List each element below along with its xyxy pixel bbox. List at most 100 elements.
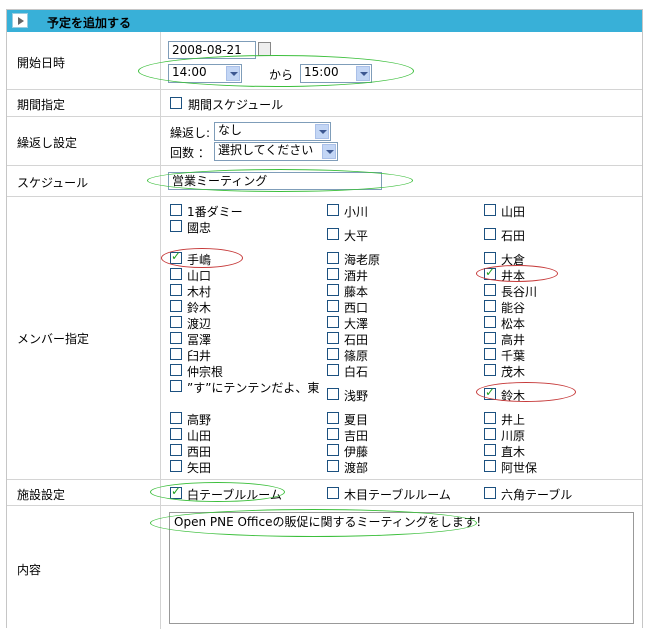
member-checkbox[interactable] <box>170 332 182 344</box>
member-checkbox[interactable] <box>170 204 182 216</box>
start-date-input[interactable]: 2008-08-21 <box>168 41 256 59</box>
member-checkbox[interactable] <box>484 385 496 400</box>
member-checkbox[interactable] <box>484 228 496 240</box>
member-checkbox-label: 山田 <box>501 205 526 219</box>
schedule-title-input[interactable]: 営業ミーティング <box>168 172 382 190</box>
member-checkbox[interactable] <box>327 316 339 328</box>
member-checkbox-label: 仲宗根 <box>187 365 224 379</box>
facility-checkbox[interactable] <box>327 487 339 499</box>
member-checkbox[interactable] <box>327 428 339 440</box>
start-time-select[interactable]: 14:00 <box>168 64 242 83</box>
member-checkbox[interactable] <box>484 300 496 312</box>
member-checkbox-label: 渡辺 <box>187 317 212 331</box>
period-checkbox[interactable] <box>170 97 182 109</box>
member-checkbox-label: 川原 <box>501 429 526 443</box>
member-checkbox[interactable] <box>327 388 339 400</box>
member-checkbox-label: 阿世保 <box>501 461 538 475</box>
member-checkbox-label: 小川 <box>344 205 369 219</box>
form-title: 予定を追加する <box>47 16 132 30</box>
member-checkbox-label: ”す”にテンテンだよ、東 <box>187 381 320 395</box>
member-checkbox[interactable] <box>327 204 339 216</box>
member-checkbox[interactable] <box>327 412 339 424</box>
member-checkbox[interactable] <box>484 444 496 456</box>
member-checkbox[interactable] <box>484 460 496 472</box>
member-checkbox[interactable] <box>484 252 496 264</box>
member-checkbox-label: 長谷川 <box>501 285 538 299</box>
member-checkbox-label: 井上 <box>501 413 526 427</box>
member-checkbox[interactable] <box>327 228 339 240</box>
repeat-label: 繰返し: <box>170 126 211 140</box>
member-checkbox[interactable] <box>170 348 182 360</box>
column-divider <box>160 32 161 629</box>
member-checkbox-label: 木村 <box>187 285 212 299</box>
label-members: メンバー指定 <box>17 332 90 346</box>
row-divider <box>7 479 642 480</box>
member-checkbox-label: 大倉 <box>501 253 526 267</box>
row-divider <box>7 89 642 90</box>
member-checkbox-label: 高野 <box>187 413 212 427</box>
member-checkbox[interactable] <box>327 284 339 296</box>
member-checkbox-label: 能谷 <box>501 301 526 315</box>
member-checkbox[interactable] <box>484 348 496 360</box>
member-checkbox[interactable] <box>484 284 496 296</box>
member-checkbox[interactable] <box>170 460 182 472</box>
count-select[interactable]: 選択してください <box>214 142 338 161</box>
member-checkbox[interactable] <box>484 412 496 424</box>
member-checkbox[interactable] <box>484 265 496 280</box>
content-textarea[interactable]: Open PNE Officeの販促に関するミーティングをします！ <box>169 512 634 624</box>
end-time-value: 15:00 <box>304 65 339 79</box>
member-checkbox[interactable] <box>484 428 496 440</box>
member-checkbox[interactable] <box>327 332 339 344</box>
member-checkbox-label: 高井 <box>501 333 526 347</box>
member-checkbox-label: 伊藤 <box>344 445 369 459</box>
period-checkbox-label: 期間スケジュール <box>188 98 284 112</box>
member-checkbox-label: 石田 <box>344 333 369 347</box>
member-checkbox[interactable] <box>170 380 182 392</box>
member-checkbox-label: 大平 <box>344 229 369 243</box>
repeat-value: なし <box>218 123 243 137</box>
facility-checkbox[interactable] <box>484 487 496 499</box>
member-checkbox-label: 夏目 <box>344 413 369 427</box>
member-checkbox-label: 國忠 <box>187 221 212 235</box>
member-checkbox-label: 白石 <box>344 365 369 379</box>
member-checkbox[interactable] <box>170 300 182 312</box>
calendar-icon[interactable] <box>258 42 271 56</box>
member-checkbox[interactable] <box>327 252 339 264</box>
facility-checkbox[interactable] <box>170 484 182 499</box>
collapse-toggle-icon[interactable] <box>12 13 28 28</box>
member-checkbox[interactable] <box>170 220 182 232</box>
member-checkbox[interactable] <box>484 332 496 344</box>
member-checkbox-label: 渡部 <box>344 461 369 475</box>
member-checkbox[interactable] <box>170 268 182 280</box>
count-label: 回数 ： <box>170 146 210 160</box>
member-checkbox[interactable] <box>170 428 182 440</box>
label-repeat: 繰返し設定 <box>17 136 78 150</box>
form-header: 予定を追加する <box>7 10 642 32</box>
member-checkbox[interactable] <box>170 249 182 264</box>
end-time-select[interactable]: 15:00 <box>300 64 372 83</box>
facility-checkbox-label: 白テーブルルーム <box>187 488 282 502</box>
member-checkbox[interactable] <box>327 348 339 360</box>
member-checkbox[interactable] <box>327 460 339 472</box>
label-period: 期間指定 <box>17 98 66 112</box>
member-checkbox[interactable] <box>484 364 496 376</box>
member-checkbox-label: 1番ダミー <box>187 205 243 219</box>
member-checkbox[interactable] <box>327 268 339 280</box>
range-separator: から <box>269 68 294 82</box>
member-checkbox[interactable] <box>484 204 496 216</box>
facility-checkbox-label: 木目テーブルルーム <box>344 488 451 502</box>
member-checkbox-label: 井本 <box>501 269 526 283</box>
member-checkbox[interactable] <box>484 316 496 328</box>
member-checkbox-label: 西田 <box>187 445 212 459</box>
member-checkbox[interactable] <box>327 300 339 312</box>
member-checkbox-label: 浅野 <box>344 389 369 403</box>
member-checkbox[interactable] <box>170 444 182 456</box>
member-checkbox[interactable] <box>170 284 182 296</box>
member-checkbox-label: 酒井 <box>344 269 369 283</box>
member-checkbox[interactable] <box>170 316 182 328</box>
member-checkbox[interactable] <box>327 364 339 376</box>
member-checkbox[interactable] <box>327 444 339 456</box>
member-checkbox[interactable] <box>170 364 182 376</box>
repeat-select[interactable]: なし <box>214 122 331 141</box>
member-checkbox[interactable] <box>170 412 182 424</box>
